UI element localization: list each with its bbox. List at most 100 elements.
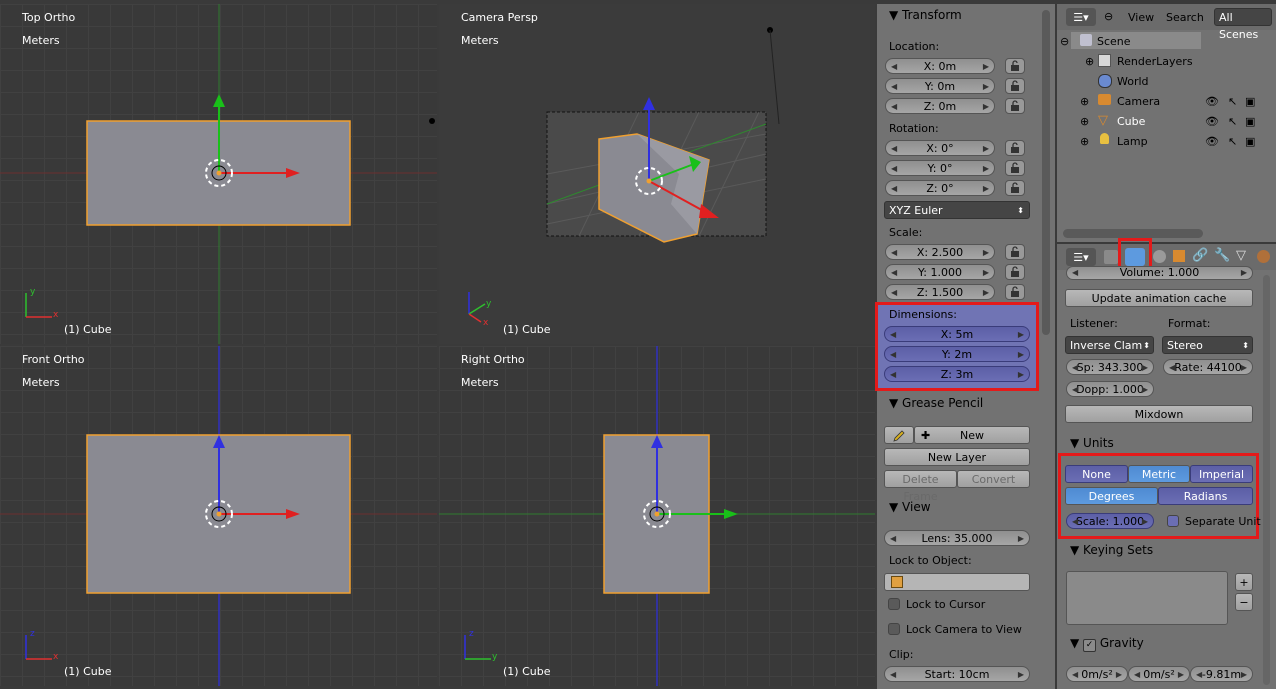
rotation-mode-select[interactable]: XYZ Euler ⬍ (884, 201, 1030, 219)
expand-icon[interactable]: ⊕ (1085, 55, 1094, 68)
viewport-camera-persp[interactable]: y x Camera Persp Meters (1) Cube (439, 4, 875, 344)
render-icon[interactable]: ▣ (1245, 115, 1255, 128)
grease-pencil-panel-header[interactable]: ▼ Grease Pencil (889, 396, 983, 410)
outliner-item-camera[interactable]: Camera (1117, 95, 1160, 108)
lock-object-field[interactable] (884, 573, 1030, 591)
unit-scale-field[interactable]: ◀ Scale: 1.000 ▶ (1066, 513, 1154, 529)
gravity-checkbox[interactable]: ✓ (1083, 639, 1097, 652)
speed-field[interactable]: ◀ Sp: 343.300 ▶ (1066, 359, 1154, 375)
constraints-tab-icon[interactable]: 🔗 (1192, 248, 1208, 263)
delete-frame-button[interactable]: Delete Frame (884, 470, 957, 503)
scale-x-field[interactable]: ◀ X: 2.500 ▶ (885, 244, 995, 260)
format-select[interactable]: Stereo ⬍ (1162, 336, 1253, 354)
remove-keying-set-button[interactable]: − (1235, 593, 1253, 611)
expand-icon[interactable]: ⊕ (1080, 135, 1089, 148)
outliner-view-menu[interactable]: View (1128, 11, 1154, 24)
unit-imperial-button[interactable]: Imperial (1190, 465, 1253, 483)
doppler-field[interactable]: ◀ Dopp: 1.000 ▶ (1066, 381, 1154, 397)
lock-icon[interactable] (1005, 78, 1025, 94)
gravity-panel-header[interactable]: ▼ ✓ Gravity (1070, 636, 1144, 652)
scale-z-field[interactable]: ◀ Z: 1.500 ▶ (885, 284, 995, 300)
update-animation-cache-button[interactable]: Update animation cache (1065, 289, 1253, 307)
expand-icon[interactable]: ⊕ (1080, 115, 1089, 128)
transform-panel-header[interactable]: ▼ Transform (889, 8, 962, 22)
expand-icon[interactable]: ⊕ (1080, 95, 1089, 108)
location-x-field[interactable]: ◀ X: 0m ▶ (885, 58, 995, 74)
render-icon[interactable]: ▣ (1245, 95, 1255, 108)
lock-icon[interactable] (1005, 264, 1025, 280)
lock-icon[interactable] (1005, 98, 1025, 114)
lock-icon[interactable] (1005, 284, 1025, 300)
separate-units-checkbox[interactable] (1167, 515, 1179, 527)
convert-button[interactable]: Convert (957, 470, 1030, 488)
editor-type-icon[interactable]: ☰▾ (1066, 8, 1096, 26)
minus-icon[interactable]: ⊖ (1104, 10, 1113, 23)
unit-none-button[interactable]: None (1065, 465, 1128, 483)
lock-camera-checkbox[interactable] (888, 623, 900, 635)
keying-sets-list[interactable] (1066, 571, 1228, 625)
unit-degrees-button[interactable]: Degrees (1065, 487, 1158, 505)
render-tab-icon[interactable] (1104, 250, 1118, 264)
viewport-right-ortho[interactable]: z y Right Ortho Meters (1) Cube (439, 346, 875, 686)
properties-scrollbar[interactable] (1263, 275, 1270, 685)
lock-icon[interactable] (1005, 180, 1025, 196)
display-mode-select[interactable]: All Scenes (1214, 8, 1272, 41)
lens-field[interactable]: ◀ Lens: 35.000 ▶ (884, 530, 1030, 546)
cursor-icon[interactable]: ↖ (1228, 115, 1237, 128)
units-panel-header[interactable]: ▼ Units (1070, 436, 1114, 450)
pencil-icon[interactable] (884, 426, 914, 444)
viewport-front-ortho[interactable]: z x Front Ortho Meters (1) Cube (0, 346, 437, 686)
location-y-field[interactable]: ◀ Y: 0m ▶ (885, 78, 995, 94)
outliner-item-world[interactable]: World (1117, 75, 1149, 88)
cursor-icon[interactable]: ↖ (1228, 95, 1237, 108)
material-tab-icon[interactable] (1257, 250, 1270, 263)
lock-icon[interactable] (1005, 58, 1025, 74)
outliner-item-renderlayers[interactable]: RenderLayers (1117, 55, 1193, 68)
clip-start-field[interactable]: ◀ Start: 10cm ▶ (884, 666, 1030, 682)
keying-sets-panel-header[interactable]: ▼ Keying Sets (1070, 543, 1153, 557)
outliner-item-scene[interactable]: Scene (1097, 35, 1131, 48)
region-scrollbar[interactable] (1042, 10, 1050, 335)
rotation-x-field[interactable]: ◀ X: 0° ▶ (885, 140, 995, 156)
object-tab-icon[interactable] (1173, 250, 1185, 262)
gravity-z-field[interactable]: ◀ -9.81m ▶ (1190, 666, 1253, 682)
gravity-y-field[interactable]: ◀ 0m/s² ▶ (1128, 666, 1190, 682)
editor-type-icon[interactable]: ☰▾ (1066, 248, 1096, 266)
outliner-item-lamp[interactable]: Lamp (1117, 135, 1148, 148)
lock-icon[interactable] (1005, 244, 1025, 260)
world-tab-icon[interactable] (1153, 250, 1166, 263)
dimensions-x-field[interactable]: ◀ X: 5m ▶ (884, 326, 1030, 342)
outliner-item-cube[interactable]: Cube (1117, 115, 1145, 128)
mixdown-button[interactable]: Mixdown (1065, 405, 1253, 423)
rate-field[interactable]: ◀ Rate: 44100 ▶ (1163, 359, 1253, 375)
lock-to-cursor-checkbox[interactable] (888, 598, 900, 610)
lock-icon[interactable] (1005, 160, 1025, 176)
grease-pencil-new-button[interactable]: ✚ New (914, 426, 1030, 444)
add-keying-set-button[interactable]: + (1235, 573, 1253, 591)
volume-field[interactable]: ◀ Volume: 1.000 ▶ (1066, 266, 1253, 280)
unit-radians-button[interactable]: Radians (1158, 487, 1253, 505)
expand-icon[interactable]: ⊖ (1060, 35, 1069, 48)
eye-icon[interactable]: 👁 (1205, 115, 1219, 128)
dimensions-z-field[interactable]: ◀ Z: 3m ▶ (884, 366, 1030, 382)
lock-icon[interactable] (1005, 140, 1025, 156)
rotation-y-field[interactable]: ◀ Y: 0° ▶ (885, 160, 995, 176)
dimensions-y-field[interactable]: ◀ Y: 2m ▶ (884, 346, 1030, 362)
eye-icon[interactable]: 👁 (1205, 95, 1219, 108)
outliner-search-menu[interactable]: Search (1166, 11, 1204, 24)
cursor-icon[interactable]: ↖ (1228, 135, 1237, 148)
new-layer-button[interactable]: New Layer (884, 448, 1030, 466)
view-panel-header[interactable]: ▼ View (889, 500, 931, 514)
rotation-z-field[interactable]: ◀ Z: 0° ▶ (885, 180, 995, 196)
render-icon[interactable]: ▣ (1245, 135, 1255, 148)
outliner-scrollbar[interactable] (1063, 229, 1203, 238)
scale-y-field[interactable]: ◀ Y: 1.000 ▶ (885, 264, 995, 280)
viewport-top-ortho[interactable]: y x Top Ortho Meters (1) Cube (0, 4, 437, 344)
listener-select[interactable]: Inverse Clam ⬍ (1065, 336, 1154, 354)
gravity-x-field[interactable]: ◀ 0m/s² ▶ (1066, 666, 1128, 682)
location-z-field[interactable]: ◀ Z: 0m ▶ (885, 98, 995, 114)
data-tab-icon[interactable]: ▽ (1236, 248, 1246, 263)
unit-metric-button[interactable]: Metric (1128, 465, 1190, 483)
eye-icon[interactable]: 👁 (1205, 135, 1219, 148)
modifier-tab-icon[interactable]: 🔧 (1214, 248, 1230, 263)
